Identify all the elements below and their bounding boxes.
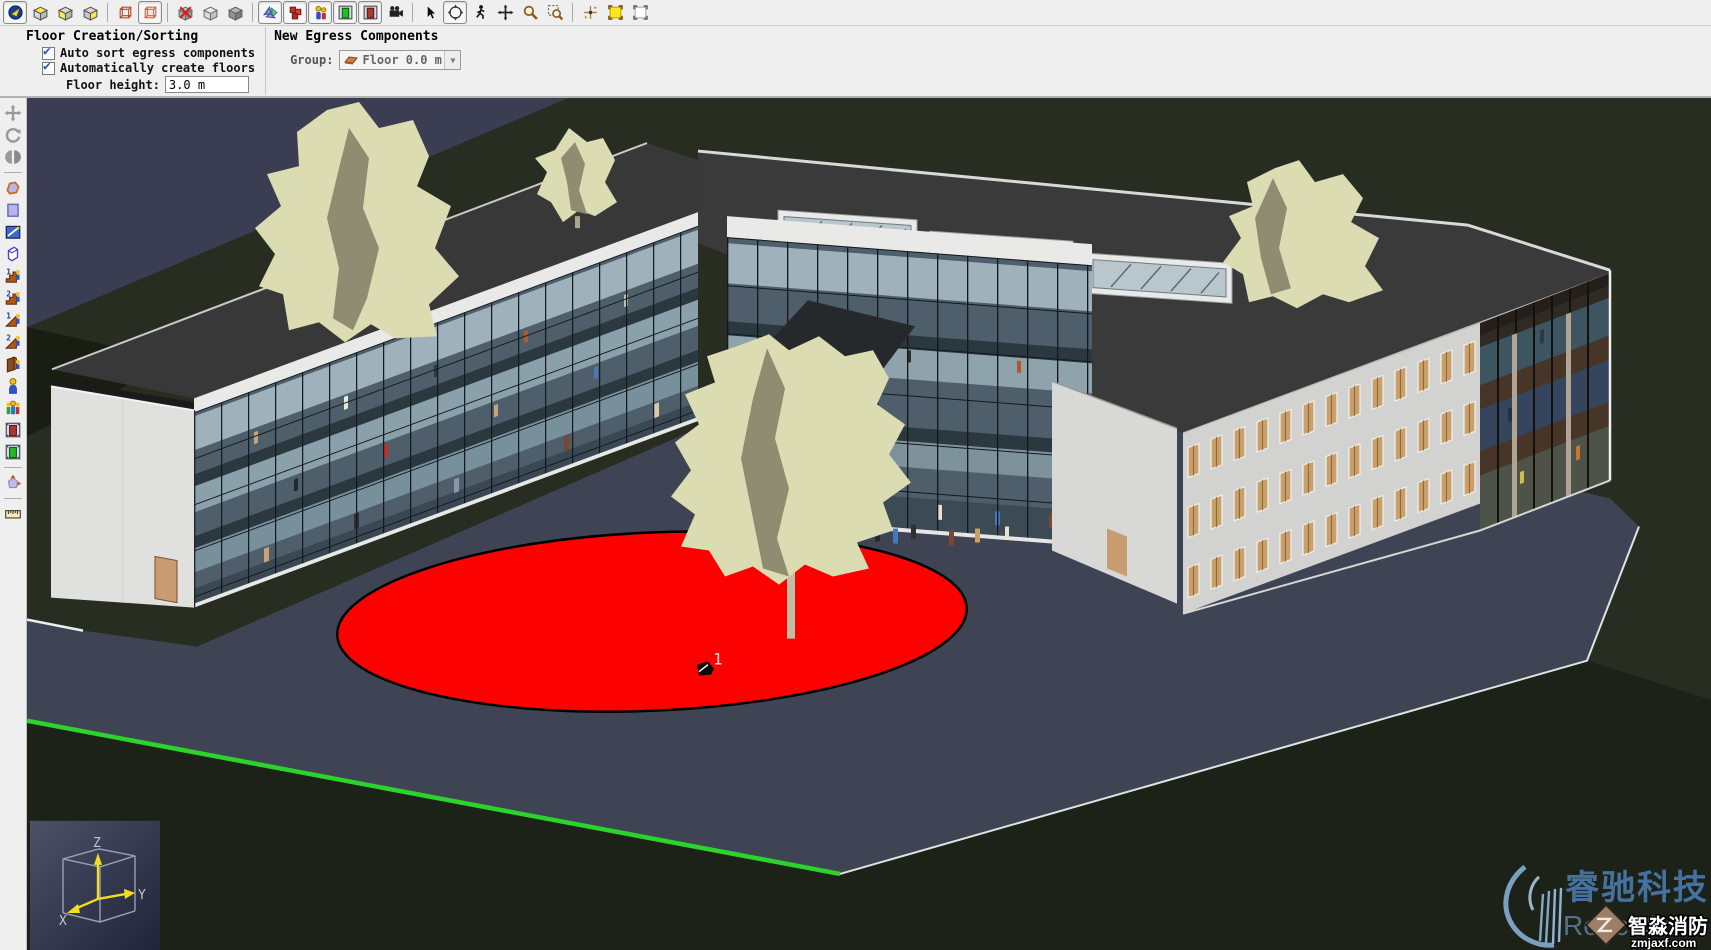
- floor-height-input[interactable]: [165, 76, 249, 93]
- ramp-two-way-tool-icon[interactable]: 2: [1, 331, 25, 353]
- axis-y-label: Y: [138, 888, 146, 903]
- wireframe-cube-icon[interactable]: [113, 1, 137, 24]
- cube-front-view-icon[interactable]: [53, 1, 77, 24]
- axis-gizmo[interactable]: Z Y X: [30, 821, 160, 950]
- watermark-company-cn: 睿驰科技: [1565, 869, 1709, 907]
- toolbar-separator: [572, 3, 573, 22]
- top-toolbar: [0, 0, 1711, 26]
- snap-point-tool-icon[interactable]: [578, 1, 602, 24]
- show-geometry-icon[interactable]: [258, 1, 282, 24]
- floor-height-label: Floor height:: [66, 78, 160, 92]
- toolbar-separator: [4, 172, 22, 173]
- svg-text:1: 1: [6, 267, 11, 276]
- wireframe-open-cube-icon[interactable]: [138, 1, 162, 24]
- point-count-label: 1: [713, 650, 723, 669]
- group-dropdown[interactable]: Floor 0.0 m ▼: [339, 50, 461, 70]
- auto-create-floors-checkbox[interactable]: ✔: [42, 62, 55, 75]
- zoom-selection-icon[interactable]: [628, 1, 652, 24]
- select-tool-icon[interactable]: [418, 1, 442, 24]
- toolbar-separator: [252, 3, 253, 22]
- measure-tool-icon[interactable]: [1, 503, 25, 525]
- show-doors-icon[interactable]: [358, 1, 382, 24]
- zoom-box-tool-icon[interactable]: [543, 1, 567, 24]
- floor-creation-panel: Floor Creation/Sorting ✔ Auto sort egres…: [0, 26, 265, 96]
- pan-tool-icon[interactable]: [493, 1, 517, 24]
- rectangle-room-tool-icon[interactable]: [1, 199, 25, 221]
- cube-top-view-icon[interactable]: [28, 1, 52, 24]
- zoom-tool-icon[interactable]: [518, 1, 542, 24]
- add-door-tool-icon[interactable]: [1, 419, 25, 441]
- check-icon: ✔: [43, 59, 51, 74]
- pier-door[interactable]: [1107, 529, 1127, 577]
- polygon-room-tool-icon[interactable]: [1, 177, 25, 199]
- auto-sort-label: Auto sort egress components: [60, 46, 255, 60]
- perspective-view-icon[interactable]: [3, 1, 27, 24]
- ramp-one-way-tool-icon[interactable]: 1: [1, 309, 25, 331]
- axis-z-label: Z: [93, 836, 101, 851]
- orbit-tool-icon[interactable]: [443, 1, 467, 24]
- stairs-two-way-tool-icon[interactable]: 2: [1, 287, 25, 309]
- new-egress-title: New Egress Components: [274, 29, 461, 44]
- floor-icon: [344, 55, 358, 65]
- toolbar-separator: [4, 498, 22, 499]
- 3d-viewport[interactable]: 1 Z Y X: [27, 98, 1711, 950]
- outline-model-icon[interactable]: [198, 1, 222, 24]
- thin-room-tool-icon[interactable]: [1, 221, 25, 243]
- solid-model-icon[interactable]: [223, 1, 247, 24]
- show-exits-icon[interactable]: [333, 1, 357, 24]
- watermark-badge-url: zmjaxf.com: [1631, 936, 1696, 950]
- axis-x-label: X: [59, 914, 67, 929]
- dropdown-arrow-icon[interactable]: ▼: [444, 51, 460, 69]
- new-egress-panel: New Egress Components Group: Floor 0.0 m…: [266, 26, 471, 96]
- toolbar-separator: [412, 3, 413, 22]
- show-obstructions-icon[interactable]: [283, 1, 307, 24]
- watermark-badge-cn: 智淼消防: [1628, 914, 1708, 938]
- end-wall-door[interactable]: [155, 557, 177, 603]
- add-occupant-tool-icon[interactable]: [1, 375, 25, 397]
- door-with-occupant-tool-icon[interactable]: [1, 353, 25, 375]
- add-exit-tool-icon[interactable]: [1, 441, 25, 463]
- svg-text:2: 2: [6, 289, 11, 298]
- move-polygon-tool-icon[interactable]: [1, 472, 25, 494]
- toolbar-separator: [107, 3, 108, 22]
- svg-text:1: 1: [6, 311, 11, 320]
- hide-model-icon[interactable]: [173, 1, 197, 24]
- zoom-fit-icon[interactable]: [603, 1, 627, 24]
- extrude-tool-icon[interactable]: [1, 243, 25, 265]
- group-label: Group:: [290, 53, 333, 67]
- left-toolbar: 1 2 1 2: [0, 98, 27, 950]
- pan-view-icon[interactable]: [1, 102, 25, 124]
- toolbar-separator: [4, 467, 22, 468]
- stairs-one-way-tool-icon[interactable]: 1: [1, 265, 25, 287]
- floor-creation-title: Floor Creation/Sorting: [26, 29, 255, 44]
- property-panel-bar: Floor Creation/Sorting ✔ Auto sort egres…: [0, 26, 1711, 98]
- orbit-view-icon[interactable]: [1, 146, 25, 168]
- auto-create-floors-label: Automatically create floors: [60, 61, 255, 75]
- show-occupants-icon[interactable]: [308, 1, 332, 24]
- add-occupant-group-tool-icon[interactable]: [1, 397, 25, 419]
- cube-side-view-icon[interactable]: [78, 1, 102, 24]
- camera-tour-icon[interactable]: [383, 1, 407, 24]
- pathfinder-app-window: Floor Creation/Sorting ✔ Auto sort egres…: [0, 0, 1711, 950]
- rotate-view-icon[interactable]: [1, 124, 25, 146]
- svg-text:2: 2: [6, 333, 11, 342]
- toolbar-separator: [167, 3, 168, 22]
- walk-tool-icon[interactable]: [468, 1, 492, 24]
- check-icon: ✔: [43, 44, 51, 59]
- group-value: Floor 0.0 m: [362, 53, 444, 67]
